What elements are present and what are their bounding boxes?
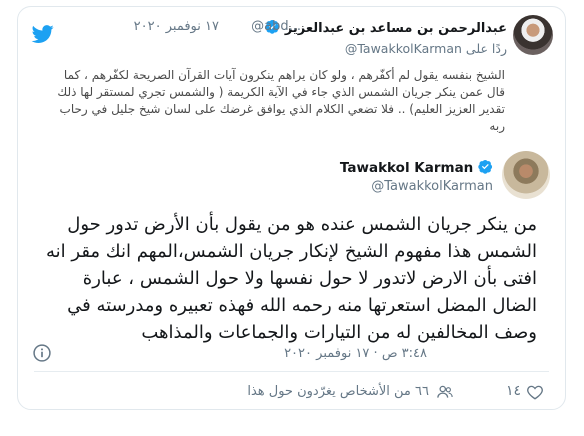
author-name[interactable]: Tawakkol Karman (340, 160, 473, 176)
people-icon[interactable] (435, 383, 455, 401)
quoted-author-avatar[interactable] (513, 15, 553, 55)
quoted-tweet-text: الشيخ بنفسه يقول لم أكفّرهم ، ولو كان ير… (57, 68, 505, 133)
info-icon[interactable] (32, 343, 52, 363)
tweet-timestamp[interactable]: ٣:٤٨ ص · ١٧ نوفمبر ٢٠٢٠ (284, 346, 427, 361)
author-name-row[interactable]: Tawakkol Karman (340, 159, 493, 176)
quoted-author-name-row[interactable]: عبدالرحمن بن مساعد بن عبدالعزيز (265, 19, 507, 36)
like-count[interactable]: ١٤ (506, 383, 521, 399)
heart-icon[interactable] (525, 383, 545, 401)
replying-to-handle[interactable]: @TawakkolKarman (345, 41, 462, 56)
author-avatar[interactable] (502, 151, 550, 199)
twitter-bird-icon[interactable] (30, 23, 56, 45)
quoted-tweet-time[interactable]: ١٧ نوفمبر ٢٠٢٠ (134, 19, 219, 34)
people-talking-link[interactable]: ٦٦ من الأشخاص يغرّدون حول هذا (247, 384, 429, 399)
quoted-author-handle[interactable]: @abd... (251, 19, 301, 34)
divider (34, 371, 549, 372)
author-handle[interactable]: @TawakkolKarman (371, 179, 493, 194)
quoted-author-name[interactable]: عبدالرحمن بن مساعد بن عبدالعزيز (285, 21, 507, 36)
tweet-text: من ينكر جريان الشمس عنده هو من يقول بأن … (46, 214, 537, 343)
replying-to-label: ردًا على (465, 41, 507, 56)
replying-to: ردًا على @TawakkolKarman (345, 41, 507, 56)
tweet-actions: ١٤ ٦٦ من الأشخاص يغرّدون حول هذا (18, 381, 565, 405)
verified-badge-icon (478, 159, 493, 174)
tweet-card: عبدالرحمن بن مساعد بن عبدالعزيز @abd... … (17, 6, 566, 410)
